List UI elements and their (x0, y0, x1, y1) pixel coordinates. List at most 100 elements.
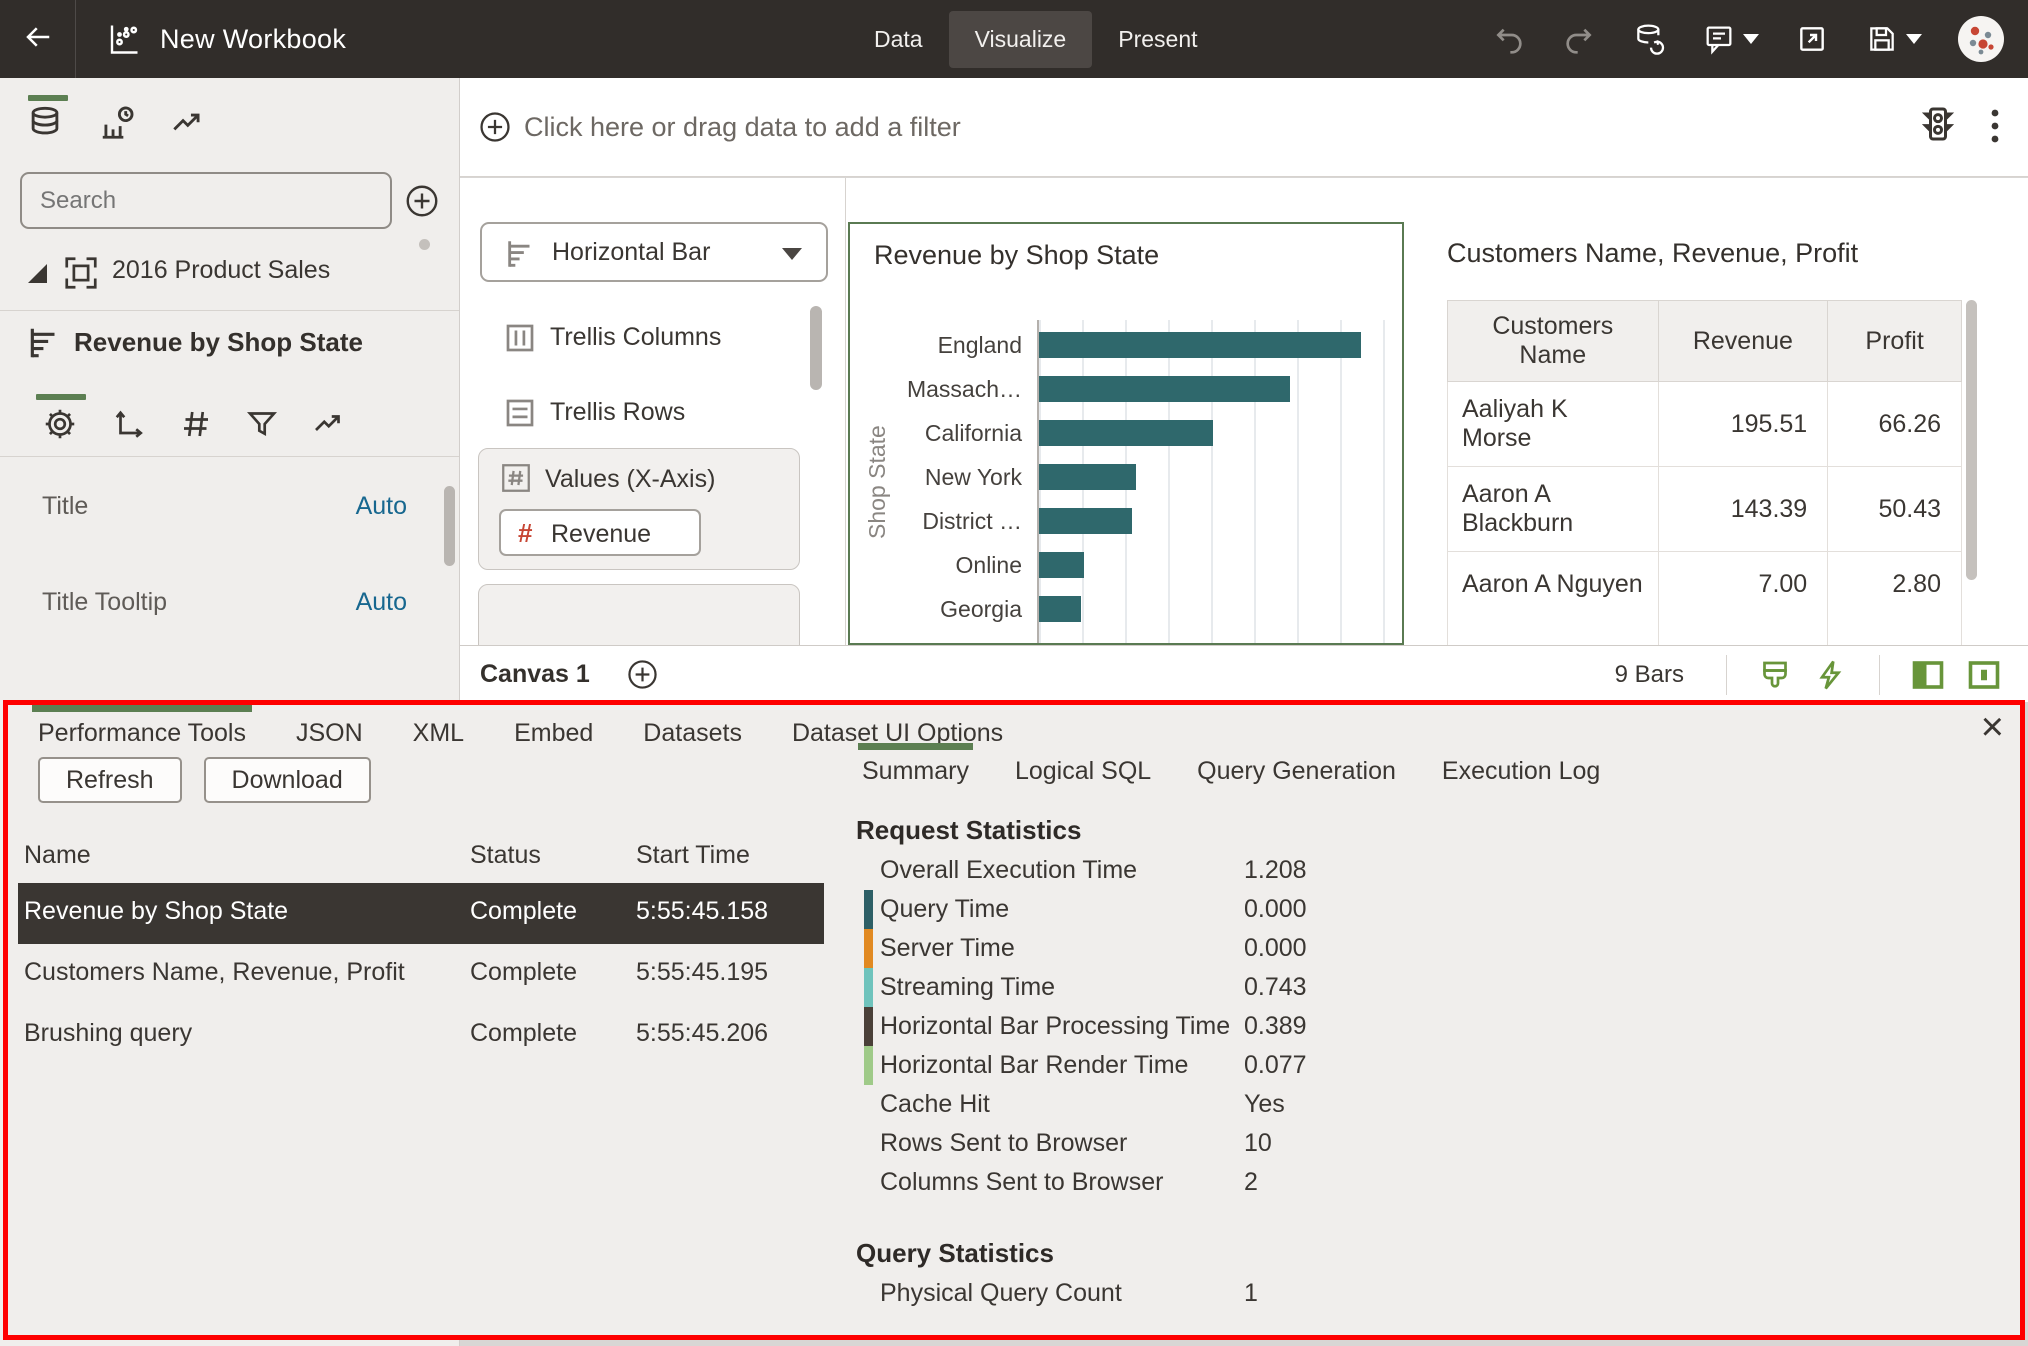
viz-type-dropdown[interactable]: Horizontal Bar (480, 222, 828, 282)
values-x-axis-dropzone[interactable]: Values (X-Axis) # Revenue (478, 448, 800, 570)
filter-funnel-icon[interactable] (244, 406, 280, 442)
trellis-rows-dropzone[interactable]: Trellis Rows (480, 393, 810, 435)
refresh-button[interactable]: Refresh (38, 757, 182, 803)
detail-tab-execution-log[interactable]: Execution Log (1442, 757, 1600, 786)
data-tab-icon[interactable] (26, 104, 64, 142)
save-button[interactable] (1865, 22, 1922, 56)
stat-row: Streaming Time0.743 (856, 968, 1616, 1007)
stat-value: 0.743 (1244, 973, 1307, 1002)
canvas-settings-traffic-icon[interactable] (1918, 104, 1958, 144)
stat-value: 0.077 (1244, 1051, 1307, 1080)
query-row[interactable]: Customers Name, Revenue, ProfitComplete5… (18, 944, 824, 1005)
divider (1726, 655, 1727, 695)
trellis-columns-dropzone[interactable]: Trellis Columns (480, 318, 810, 360)
query-row[interactable]: Brushing queryComplete5:55:45.206 (18, 1005, 824, 1066)
query-table-rows: Revenue by Shop StateComplete5:55:45.158… (18, 883, 824, 1066)
table-row[interactable]: Aaliyah K Morse195.5166.26 (1448, 382, 1962, 467)
stat-row: Overall Execution Time1.208 (856, 851, 1616, 890)
filter-prompt[interactable]: Click here or drag data to add a filter (524, 78, 961, 177)
add-dataset-icon[interactable] (404, 183, 440, 219)
header-tab-present[interactable]: Present (1092, 11, 1223, 68)
perf-tab-performance-tools[interactable]: Performance Tools (38, 719, 246, 748)
lightning-icon[interactable] (1813, 657, 1849, 693)
chart-bar[interactable] (1039, 464, 1136, 490)
refresh-data-icon[interactable] (1632, 22, 1666, 56)
brush-icon[interactable] (1757, 657, 1793, 693)
general-settings-gear-icon[interactable] (42, 406, 78, 442)
detail-tab-summary[interactable]: Summary (862, 757, 969, 786)
redo-icon[interactable] (1562, 22, 1596, 56)
query-detail-tabs: Summary Logical SQL Query Generation Execut… (862, 757, 1600, 786)
data-table: Customers NameRevenueProfit Aaliyah K Mo… (1447, 300, 1962, 645)
chart-bar[interactable] (1039, 376, 1290, 402)
stat-color-chip (864, 968, 873, 1007)
boxed-hash-icon (499, 461, 533, 495)
dropzone-label: Trellis Columns (550, 323, 721, 352)
chart-bar[interactable] (1039, 332, 1361, 358)
dropzone-label: Trellis Rows (550, 398, 685, 427)
perf-tab-datasets[interactable]: Datasets (643, 719, 742, 748)
header-tab-visualize[interactable]: Visualize (949, 11, 1093, 68)
table-row[interactable]: Aaron A Nguyen7.002.80 (1448, 552, 1962, 646)
canvas-status-group: 9 Bars (1615, 646, 2012, 703)
workbook-title: New Workbook (160, 0, 346, 78)
chart-row: Massach… (850, 376, 1398, 402)
grammar-panel: Horizontal Bar Trellis Columns Trellis R… (460, 178, 846, 645)
bottom-panel-layout-icon[interactable] (1966, 657, 2002, 693)
perf-tab-xml[interactable]: XML (413, 719, 464, 748)
axes-icon[interactable] (110, 406, 146, 442)
property-label: Title Tooltip (42, 588, 167, 670)
table-row[interactable]: Aaron A Blackburn143.3950.43 (1448, 467, 1962, 552)
detail-tab-query-generation[interactable]: Query Generation (1197, 757, 1396, 786)
header-tab-data[interactable]: Data (848, 11, 949, 68)
export-icon[interactable] (1795, 22, 1829, 56)
grammar-scrollbar[interactable] (810, 306, 822, 390)
analytics-trend-icon[interactable] (310, 406, 346, 442)
data-table-panel[interactable]: Customers Name, Revenue, Profit Customer… (1425, 222, 2025, 645)
search-input[interactable] (22, 187, 390, 215)
horizontal-bar-icon (504, 237, 538, 271)
chart-bar[interactable] (1039, 420, 1213, 446)
table-column-header: Profit (1828, 301, 1962, 382)
close-icon[interactable]: × (1981, 707, 2004, 747)
query-row[interactable]: Revenue by Shop StateComplete5:55:45.158 (18, 883, 824, 944)
visualizations-tab-icon[interactable] (98, 104, 136, 142)
back-button[interactable] (0, 0, 76, 78)
add-canvas-icon[interactable] (626, 658, 659, 691)
kebab-menu-icon[interactable] (1988, 108, 2002, 144)
user-avatar[interactable] (1958, 16, 2004, 62)
canvas-tab[interactable]: Canvas 1 (480, 646, 590, 703)
perf-tab-json[interactable]: JSON (296, 719, 363, 748)
add-filter-icon[interactable] (478, 110, 512, 144)
chart-bar[interactable] (1039, 596, 1081, 622)
stat-row: Server Time0.000 (856, 929, 1616, 968)
stat-row: Horizontal Bar Render Time0.077 (856, 1046, 1616, 1085)
left-panel-layout-icon[interactable] (1910, 657, 1946, 693)
property-value[interactable]: Auto (356, 588, 407, 670)
customer-name-cell: Aaron A Blackburn (1448, 467, 1659, 552)
chart-bar[interactable] (1039, 508, 1132, 534)
analytics-tab-icon[interactable] (168, 104, 206, 142)
chevron-down-icon (1906, 34, 1922, 44)
stat-row: Query Time0.000 (856, 890, 1616, 929)
expand-triangle-icon[interactable] (28, 264, 47, 283)
dataset-tree-item[interactable]: 2016 Product Sales (0, 250, 459, 298)
undo-icon[interactable] (1492, 22, 1526, 56)
chart-bar[interactable] (1039, 552, 1084, 578)
property-value[interactable]: Auto (356, 492, 407, 574)
sidebar-scrollbar[interactable] (444, 486, 455, 566)
values-hash-icon[interactable] (178, 406, 214, 442)
stat-label: Rows Sent to Browser (880, 1129, 1127, 1158)
table-scrollbar[interactable] (1966, 300, 1977, 580)
revenue-field-pill[interactable]: # Revenue (499, 509, 701, 556)
comments-icon (1702, 22, 1736, 56)
detail-tab-logical-sql[interactable]: Logical SQL (1015, 757, 1151, 786)
comments-button[interactable] (1702, 22, 1759, 56)
stat-row: Cache HitYes (856, 1085, 1616, 1124)
bar-chart-panel[interactable]: Revenue by Shop State Shop State England… (848, 222, 1404, 645)
perf-tab-embed[interactable]: Embed (514, 719, 593, 748)
download-button[interactable]: Download (204, 757, 371, 803)
chart-title: Revenue by Shop State (874, 240, 1159, 271)
category-label: District … (860, 508, 1022, 534)
table-column-header: Revenue (1658, 301, 1828, 382)
